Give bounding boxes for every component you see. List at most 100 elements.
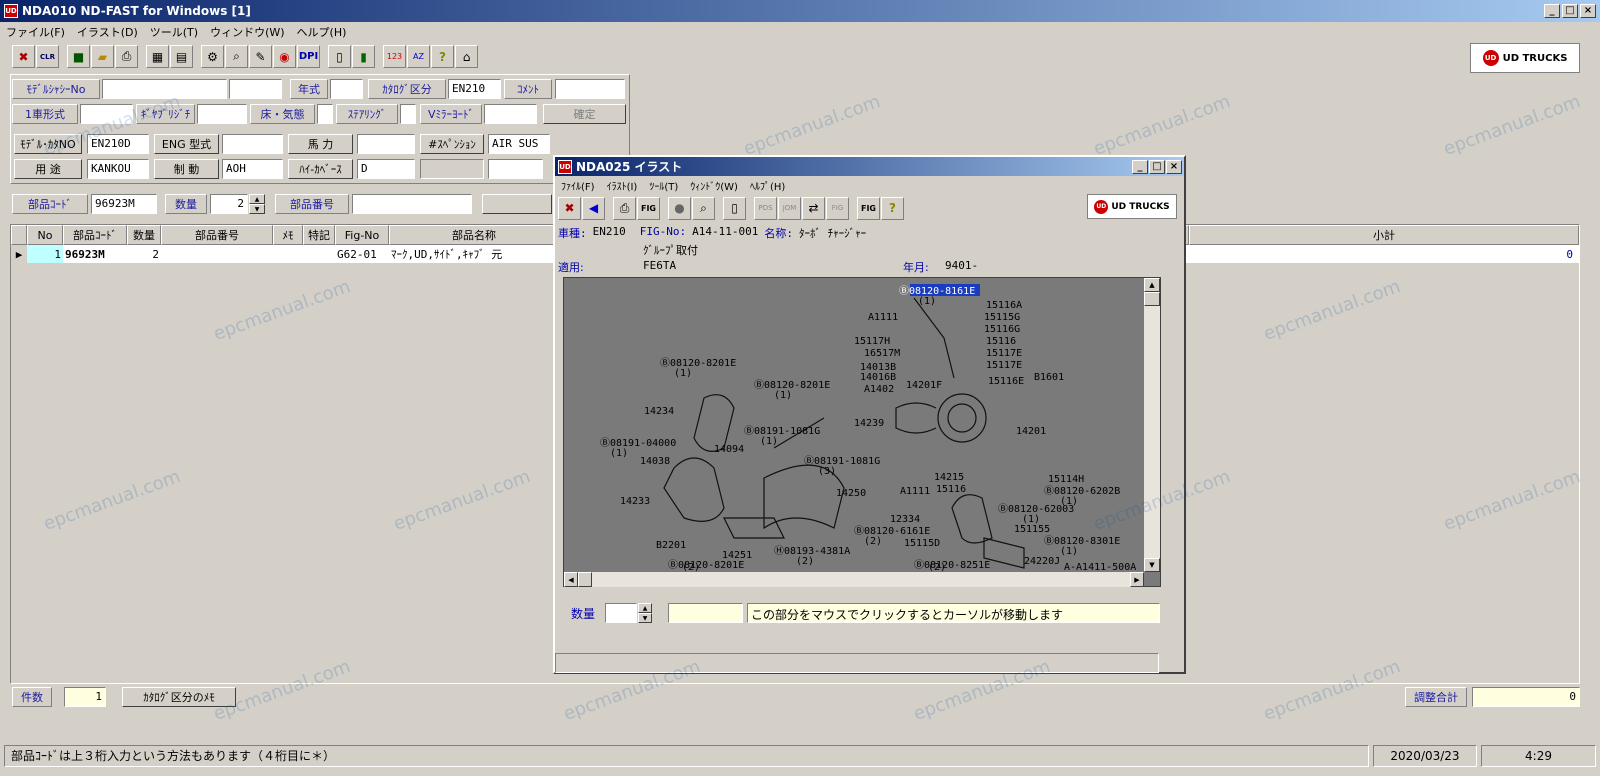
- help-icon[interactable]: ?: [431, 45, 454, 68]
- col-memo[interactable]: ﾒﾓ: [273, 225, 303, 245]
- child-print-icon[interactable]: ⎙: [613, 196, 636, 220]
- child-qty-spinner[interactable]: ▲ ▼: [638, 603, 652, 623]
- model-catalog-input[interactable]: EN210D: [87, 134, 149, 154]
- turbocharger-drawing[interactable]: Ⓑ08120-8161E(1) 15116A15115G15116GA111115…: [564, 278, 1148, 574]
- part-callout-21[interactable]: 14234: [644, 406, 674, 417]
- child-exit-icon[interactable]: ✖: [558, 196, 581, 220]
- part-callout-15[interactable]: 15116E: [988, 376, 1024, 387]
- model-chassis-input[interactable]: [102, 79, 227, 99]
- steering-input[interactable]: [400, 104, 416, 124]
- child-menu-window[interactable]: ｳｨﾝﾄﾞｳ(W): [684, 178, 744, 193]
- scroll-thumb[interactable]: [1144, 292, 1160, 306]
- vmirror-input[interactable]: [484, 104, 537, 124]
- comment-input[interactable]: [555, 79, 625, 99]
- child-menu-help[interactable]: ﾍﾙﾌﾟ(H): [744, 178, 791, 193]
- child-code-field[interactable]: [668, 603, 743, 623]
- horizontal-scrollbar[interactable]: ◀ ▶: [564, 572, 1144, 587]
- menu-file[interactable]: ファイル(F): [0, 24, 71, 40]
- power-button[interactable]: 馬 力: [288, 134, 353, 154]
- part-callout-45[interactable]: (2): [864, 536, 882, 547]
- fig-next-button[interactable]: FIG: [857, 196, 880, 220]
- child-maximize-button[interactable]: □: [1149, 159, 1165, 174]
- child-chevron-down-icon[interactable]: ▼: [638, 613, 652, 623]
- illustration-icon[interactable]: ✎: [249, 45, 272, 68]
- catalog-icon[interactable]: ▮: [352, 45, 375, 68]
- hybase-input[interactable]: D: [357, 159, 415, 179]
- usage-input[interactable]: KANKOU: [87, 159, 149, 179]
- part-callout-3[interactable]: 15115G: [984, 312, 1020, 323]
- part-code-input[interactable]: 96923M: [91, 194, 157, 214]
- part-callout-17[interactable]: Ⓑ08120-8201E: [660, 357, 736, 369]
- scroll-right-icon[interactable]: ▶: [1130, 572, 1144, 587]
- catalog-input[interactable]: EN210: [448, 79, 501, 99]
- jom-button[interactable]: JOM: [778, 196, 801, 220]
- part-callout-56[interactable]: Ⓑ08120-8251E: [914, 559, 990, 571]
- child-help-icon[interactable]: ?: [881, 196, 904, 220]
- col-part-name[interactable]: 部品名称: [389, 225, 559, 245]
- part-callout-32[interactable]: 14215: [934, 472, 964, 483]
- col-qty[interactable]: 数量: [127, 225, 161, 245]
- sort-alpha-icon[interactable]: AZ: [407, 45, 430, 68]
- menu-illust[interactable]: イラスト(D): [71, 24, 144, 40]
- part-callout-29[interactable]: 14038: [640, 456, 670, 467]
- illustration-canvas[interactable]: Ⓑ08120-8161E (1) 15116A 15115G 15116G A1111 15…: [563, 277, 1161, 587]
- part-callout-14[interactable]: 14201F: [906, 380, 942, 391]
- vehicle-type-input[interactable]: [80, 104, 133, 124]
- catalog-memo-button[interactable]: ｶﾀﾛｸﾞ区分のﾒﾓ: [122, 687, 236, 707]
- child-menu-tools[interactable]: ﾂｰﾙ(T): [643, 178, 684, 193]
- part-callout-0[interactable]: Ⓑ08120-8161E: [899, 285, 975, 297]
- part-callout-9[interactable]: 15117E: [986, 348, 1022, 359]
- minimize-button[interactable]: _: [1544, 4, 1560, 18]
- arrows-icon[interactable]: ⇄: [802, 196, 825, 220]
- part-callout-22[interactable]: 14239: [854, 418, 884, 429]
- target-icon[interactable]: ◉: [273, 45, 296, 68]
- part-callout-35[interactable]: Ⓑ08120-6202B: [1044, 485, 1120, 497]
- child-chevron-up-icon[interactable]: ▲: [638, 603, 652, 613]
- home-icon[interactable]: ⌂: [455, 45, 478, 68]
- tool-icon[interactable]: ⚙: [201, 45, 224, 68]
- usage-button[interactable]: 用 途: [14, 159, 82, 179]
- chevron-up-icon[interactable]: ▲: [249, 194, 265, 204]
- brake-input[interactable]: AOH: [222, 159, 283, 179]
- fig-disabled-button[interactable]: FIG: [826, 196, 849, 220]
- part-callout-19[interactable]: Ⓑ08120-8201E: [754, 379, 830, 391]
- extra-input-2[interactable]: [488, 159, 543, 179]
- gear-ratio-input[interactable]: [197, 104, 247, 124]
- dpi-icon[interactable]: DPI: [297, 45, 320, 68]
- eng-type-input[interactable]: [222, 134, 283, 154]
- part-callout-31[interactable]: (3): [818, 466, 836, 477]
- part-callout-52[interactable]: (2): [796, 556, 814, 567]
- part-callout-16[interactable]: B1601: [1034, 372, 1064, 383]
- part-callout-24[interactable]: (1): [760, 436, 778, 447]
- child-menu-file[interactable]: ﾌｧｲﾙ(F): [555, 178, 601, 193]
- vertical-scrollbar[interactable]: ▲ ▼: [1144, 278, 1160, 572]
- part-callout-53[interactable]: 24220J: [1024, 556, 1060, 567]
- floor-input[interactable]: [317, 104, 333, 124]
- suspension-input[interactable]: AIR SUS: [488, 134, 550, 154]
- brake-button[interactable]: 制 動: [154, 159, 219, 179]
- part-callout-4[interactable]: 15116G: [984, 324, 1020, 335]
- scroll-left-icon[interactable]: ◀: [564, 572, 578, 587]
- clear-button[interactable]: CLR: [36, 45, 59, 68]
- book-icon[interactable]: ▯: [328, 45, 351, 68]
- part-callout-47[interactable]: Ⓑ08120-8301E: [1044, 535, 1120, 547]
- search-button[interactable]: [482, 194, 552, 214]
- part-callout-41[interactable]: 14250: [836, 488, 866, 499]
- pds-button[interactable]: PDS: [754, 196, 777, 220]
- suspension-button[interactable]: #ｽﾍﾟﾝｼｮﾝ: [420, 134, 484, 154]
- extra-input-1[interactable]: [420, 159, 484, 179]
- model-chassis-input-2[interactable]: [229, 79, 282, 99]
- part-callout-42[interactable]: 12334: [890, 514, 920, 525]
- col-part-code[interactable]: 部品ｺｰﾄﾞ: [63, 225, 127, 245]
- save-icon[interactable]: ■: [67, 45, 90, 68]
- power-input[interactable]: [357, 134, 415, 154]
- col-subtotal[interactable]: 小計: [1189, 225, 1579, 245]
- part-callout-5[interactable]: A1111: [868, 312, 898, 323]
- part-callout-23[interactable]: Ⓑ08191-1081G: [744, 425, 820, 437]
- child-close-button[interactable]: ×: [1166, 159, 1182, 174]
- part-callout-48[interactable]: (1): [1060, 546, 1078, 557]
- menu-window[interactable]: ウィンドウ(W): [204, 24, 290, 40]
- part-callout-43[interactable]: 151155: [1014, 524, 1050, 535]
- part-callout-6[interactable]: 15117H: [854, 336, 890, 347]
- zoom-icon[interactable]: ⌕: [692, 196, 715, 220]
